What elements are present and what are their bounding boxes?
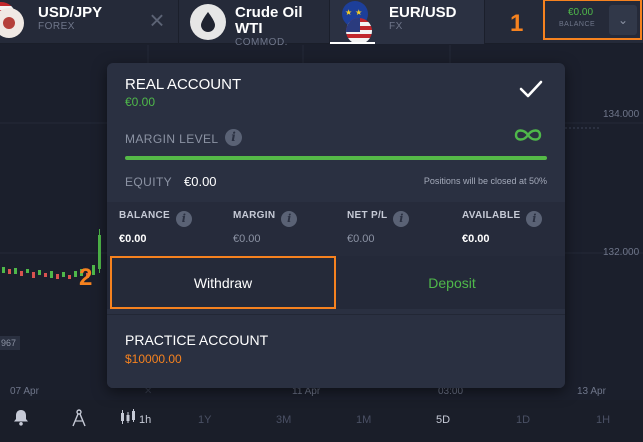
margin-level-label: MARGIN LEVEL bbox=[125, 132, 219, 146]
account-actions: Withdraw Deposit bbox=[107, 256, 565, 309]
stat-label: MARGIN bbox=[233, 210, 276, 221]
step-number-2: 2 bbox=[79, 264, 93, 291]
compass-drawing-icon[interactable] bbox=[71, 409, 87, 432]
account-popup: REAL ACCOUNT €0.00 MARGIN LEVEL i EQUITY… bbox=[107, 63, 565, 388]
bottom-toolbar bbox=[0, 400, 643, 442]
equity-value: €0.00 bbox=[184, 174, 217, 189]
balance-label: BALANCE bbox=[559, 21, 596, 28]
tab-subtitle: FOREX bbox=[38, 21, 75, 32]
asset-tab-crude-oil[interactable]: Crude Oil WTI COMMOD. bbox=[179, 0, 330, 48]
deposit-button[interactable]: Deposit bbox=[339, 256, 565, 309]
tab-title: EUR/USD bbox=[389, 4, 457, 21]
stat-label: AVAILABLE bbox=[462, 210, 521, 221]
price-marker: 967 bbox=[0, 336, 20, 350]
stat-balance: BALANCE i €0.00 bbox=[119, 210, 192, 245]
stat-net-pl: NET P/L i €0.00 bbox=[347, 210, 410, 245]
infinity-icon bbox=[512, 126, 544, 149]
equity-label: EQUITY bbox=[125, 175, 173, 189]
stat-margin: MARGIN i €0.00 bbox=[233, 210, 298, 245]
price-label: 134.000 bbox=[603, 109, 640, 120]
tab-title: USD/JPY bbox=[38, 4, 103, 21]
practice-account-title: PRACTICE ACCOUNT bbox=[125, 332, 269, 348]
timeframe-1h[interactable]: 1H bbox=[596, 414, 610, 426]
tab-subtitle: FX bbox=[389, 21, 403, 32]
practice-account-section[interactable]: PRACTICE ACCOUNT $10000.00 bbox=[107, 319, 565, 388]
asset-tab-eurusd[interactable]: EUR/USD FX bbox=[330, 0, 485, 44]
tab-title: Crude Oil WTI bbox=[235, 4, 303, 37]
stat-value: €0.00 bbox=[233, 233, 261, 245]
asset-tab-usdjpy[interactable]: USD/JPY FOREX × bbox=[0, 0, 179, 44]
stat-label: NET P/L bbox=[347, 210, 388, 221]
timeframe-3m[interactable]: 3M bbox=[276, 414, 291, 426]
step-number-1: 1 bbox=[510, 10, 524, 37]
timeframe-1d[interactable]: 1D bbox=[516, 414, 530, 426]
timeframe-5d[interactable]: 5D bbox=[436, 414, 450, 426]
jp-flag-icon bbox=[0, 8, 24, 38]
active-tab-indicator bbox=[330, 42, 375, 44]
margin-level-bar bbox=[125, 156, 547, 160]
chevron-down-icon[interactable]: ⌄ bbox=[609, 5, 637, 35]
balance-value: €0.00 bbox=[568, 7, 594, 18]
bell-icon[interactable] bbox=[13, 409, 29, 431]
withdraw-button[interactable]: Withdraw bbox=[110, 256, 336, 309]
real-account-title: REAL ACCOUNT bbox=[125, 76, 242, 93]
practice-account-amount: $10000.00 bbox=[125, 352, 182, 366]
checkmark-icon bbox=[519, 80, 543, 103]
balance-widget[interactable]: €0.00 BALANCE ⌄ bbox=[543, 0, 642, 40]
candles-icon[interactable] bbox=[120, 409, 136, 430]
timeframe-1m[interactable]: 1M bbox=[356, 414, 371, 426]
oil-drop-icon bbox=[190, 4, 226, 40]
close-tab-icon[interactable]: × bbox=[145, 7, 169, 33]
account-stats: BALANCE i €0.00 MARGIN i €0.00 NET P/L i €0… bbox=[107, 202, 565, 256]
real-account-amount: €0.00 bbox=[125, 95, 156, 109]
info-icon[interactable]: i bbox=[526, 211, 543, 227]
candle-interval[interactable]: 1h bbox=[139, 414, 151, 426]
time-label: 07 Apr bbox=[10, 386, 39, 397]
stat-value: €0.00 bbox=[119, 233, 147, 245]
stat-available: AVAILABLE i €0.00 bbox=[462, 210, 543, 245]
info-icon[interactable]: i bbox=[281, 211, 298, 227]
info-icon[interactable]: i bbox=[176, 211, 192, 227]
divider bbox=[107, 314, 565, 315]
price-label: 132.000 bbox=[603, 247, 640, 258]
time-label: 13 Apr bbox=[577, 386, 606, 397]
stat-value: €0.00 bbox=[462, 233, 490, 245]
us-flag-icon bbox=[346, 18, 372, 44]
info-icon[interactable]: i bbox=[225, 129, 242, 146]
stop-out-note: Positions will be closed at 50% bbox=[423, 176, 547, 186]
stat-label: BALANCE bbox=[119, 210, 170, 221]
info-icon[interactable]: i bbox=[393, 211, 410, 227]
stat-value: €0.00 bbox=[347, 233, 375, 245]
timeframe-1y[interactable]: 1Y bbox=[198, 414, 211, 426]
